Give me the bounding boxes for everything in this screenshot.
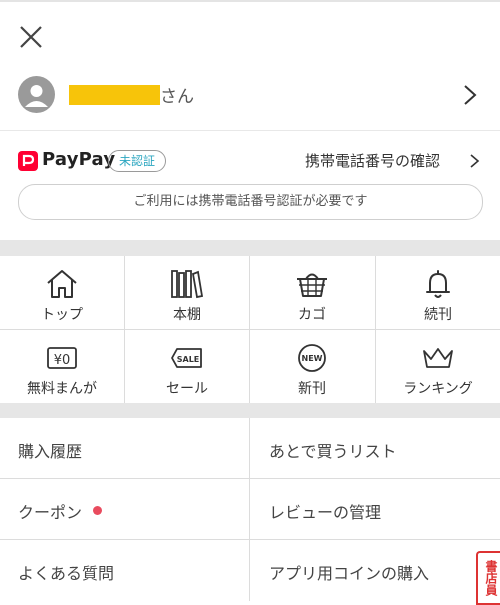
menu-item-review-management[interactable]: レビューの管理 <box>251 479 500 539</box>
shortcut-label: 無料まんが <box>27 381 97 397</box>
grid-divider <box>0 329 500 330</box>
notification-dot <box>93 506 102 515</box>
menu-divider <box>0 539 500 540</box>
svg-text:SALE: SALE <box>177 355 200 364</box>
avatar <box>18 76 55 113</box>
crown-icon <box>423 348 453 368</box>
shortcut-bookshelf[interactable]: 本棚 <box>125 256 249 329</box>
close-icon[interactable] <box>18 24 44 50</box>
menu-item-buy-later-list[interactable]: あとで買うリスト <box>251 418 500 478</box>
phone-verify-link[interactable]: 携帯電話番号の確認 <box>305 150 440 171</box>
phone-verification-notice[interactable]: ご利用には携帯電話番号認証が必要です <box>18 184 483 220</box>
bookshelf-icon <box>171 270 204 299</box>
divider <box>0 130 500 131</box>
shortcut-cart[interactable]: カゴ <box>250 256 374 329</box>
chevron-right-icon[interactable] <box>462 83 478 107</box>
sale-tag-icon: SALE <box>171 348 202 368</box>
home-icon <box>47 270 77 298</box>
username-redacted <box>69 85 160 105</box>
menu-item-label: クーポン <box>18 503 83 522</box>
menu-item-label: 購入履歴 <box>18 442 83 461</box>
shortcut-ranking[interactable]: ランキング <box>376 330 500 403</box>
svg-text:NEW: NEW <box>302 354 323 363</box>
shortcut-sale[interactable]: SALE セール <box>125 330 249 403</box>
menu-item-label: あとで買うリスト <box>269 442 397 461</box>
status-badge: 未認証 <box>108 150 167 172</box>
shortcut-grid: トップ 本棚 カゴ 続刊 ¥0 無料まんが SALE セール NEW 新刊 ラン… <box>0 256 500 403</box>
menu-item-label: アプリ用コインの購入 <box>269 564 430 583</box>
menu-item-purchase-history[interactable]: 購入履歴 <box>0 418 249 478</box>
shortcut-sequel[interactable]: 続刊 <box>376 256 500 329</box>
shortcut-label: セール <box>166 381 208 397</box>
shortcut-top[interactable]: トップ <box>0 256 124 329</box>
menu-item-label: よくある質問 <box>18 564 115 583</box>
shortcut-free-manga[interactable]: ¥0 無料まんが <box>0 330 124 403</box>
user-profile-row[interactable]: さん <box>0 70 500 120</box>
basket-icon <box>297 273 327 297</box>
menu-divider <box>249 418 250 601</box>
bell-icon <box>426 270 450 298</box>
bookstore-staff-stamp[interactable]: 書店員 <box>476 551 500 605</box>
paypay-brand: PayPay <box>42 149 116 170</box>
shortcut-label: 本棚 <box>173 307 201 323</box>
section-divider <box>0 240 500 256</box>
menu-divider <box>0 478 500 479</box>
menu-item-buy-app-coins[interactable]: アプリ用コインの購入 <box>251 540 500 600</box>
menu-list: 購入履歴 あとで買うリスト クーポン レビューの管理 よくある質問 アプリ用コイ… <box>0 418 500 601</box>
paypay-logo-icon <box>18 151 38 171</box>
person-icon <box>25 85 48 107</box>
shortcut-label: カゴ <box>298 307 326 323</box>
shortcut-label: ランキング <box>403 381 473 397</box>
honorific-suffix: さん <box>160 87 194 107</box>
shortcut-label: トップ <box>41 307 83 323</box>
top-border <box>0 0 500 2</box>
menu-item-coupon[interactable]: クーポン <box>0 479 249 539</box>
shortcut-label: 新刊 <box>298 381 326 397</box>
chevron-right-icon[interactable] <box>469 153 480 169</box>
section-divider <box>0 403 500 418</box>
menu-item-label: レビューの管理 <box>269 503 382 522</box>
yen-icon: ¥0 <box>47 347 77 369</box>
new-badge-icon: NEW <box>298 344 326 372</box>
svg-text:¥0: ¥0 <box>54 353 71 368</box>
shortcut-label: 続刊 <box>424 307 452 323</box>
menu-item-faq[interactable]: よくある質問 <box>0 540 249 600</box>
shortcut-new-release[interactable]: NEW 新刊 <box>250 330 374 403</box>
